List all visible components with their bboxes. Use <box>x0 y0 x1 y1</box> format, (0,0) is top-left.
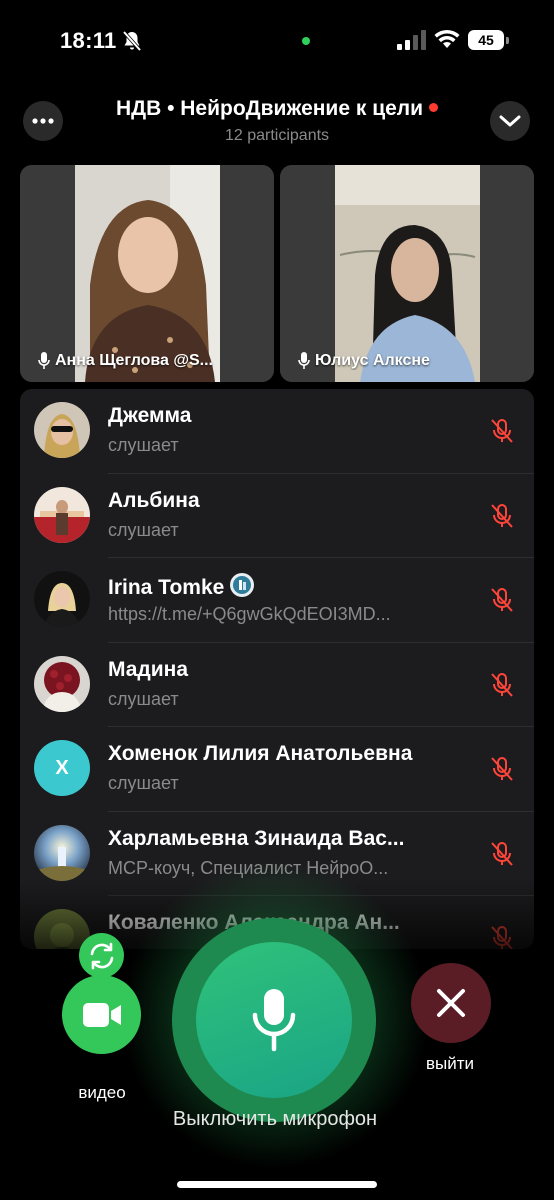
video-button-label: видео <box>78 1083 126 1102</box>
collapse-button[interactable] <box>490 101 530 141</box>
battery-icon: 45 <box>468 30 510 52</box>
cellular-signal-icon <box>397 30 426 50</box>
close-icon <box>437 989 465 1017</box>
video-tile-name-text: Юлиус Алксне <box>315 352 430 369</box>
microphone-muted-icon[interactable] <box>488 671 516 699</box>
more-options-button[interactable] <box>23 101 63 141</box>
mic-button-label: Выключить микрофон <box>172 1108 378 1130</box>
verified-badge-icon <box>230 573 255 597</box>
avatar <box>34 824 90 881</box>
video-tile-name: Юлиус Алксне <box>298 352 524 370</box>
leave-button[interactable] <box>411 963 491 1043</box>
home-indicator[interactable] <box>177 1181 377 1188</box>
participant-name: Харламьевна Зинаида Вас... <box>108 826 405 850</box>
video-button[interactable] <box>62 975 141 1054</box>
battery-level: 45 <box>468 30 504 50</box>
video-feed <box>20 165 274 382</box>
participant-name: Джемма <box>108 404 192 427</box>
microphone-muted-icon[interactable] <box>488 755 516 783</box>
participant-name-text: Irina Tomke <box>108 576 225 599</box>
participant-row[interactable]: Мадина слушает <box>20 643 534 727</box>
avatar-initial: Х <box>34 740 90 796</box>
wifi-icon <box>434 29 460 48</box>
microphone-icon <box>38 352 50 369</box>
participant-row[interactable]: Х Хоменок Лилия Анатольевна слушает <box>20 727 534 812</box>
video-tile[interactable]: Анна Щеглова @S... <box>20 165 274 382</box>
bell-off-icon <box>122 30 142 52</box>
video-tile-name-text: Анна Щеглова @S... <box>55 352 213 369</box>
microphone-muted-icon[interactable] <box>488 924 516 949</box>
microphone-muted-icon[interactable] <box>488 417 516 445</box>
participant-name: Irina Tomke <box>108 573 458 600</box>
participant-row[interactable]: Джемма слушает <box>20 389 534 474</box>
leave-button-label: выйти <box>425 1054 475 1073</box>
participant-status: слушает <box>108 435 179 455</box>
camera-switch-icon <box>90 942 113 969</box>
recording-indicator <box>429 103 439 112</box>
flip-camera-button[interactable] <box>79 933 124 978</box>
chevron-down-icon <box>499 115 521 127</box>
video-tile-name: Анна Щеглова @S... <box>38 352 264 370</box>
participant-row[interactable]: Irina Tomke https://t.me/+Q6gwGkQdEOI3MD… <box>20 558 534 643</box>
participant-status: слушает <box>108 773 179 793</box>
video-tile[interactable]: Юлиус Алксне <box>280 165 534 382</box>
participant-status: слушает <box>108 688 179 709</box>
ellipsis-icon <box>32 118 54 124</box>
participant-name: Хоменок Лилия Анатольевна <box>108 742 413 765</box>
participants-count: 12 participants <box>224 127 330 144</box>
video-camera-icon <box>82 1002 121 1027</box>
avatar <box>34 486 90 543</box>
microphone-muted-icon[interactable] <box>488 502 516 530</box>
call-title-text: НДВ • НейроДвижение к цели <box>115 97 424 120</box>
call-title: НДВ • НейроДвижение к цели <box>60 97 494 121</box>
status-time: 18:11 <box>60 28 117 53</box>
video-feed <box>280 165 534 382</box>
avatar <box>34 402 90 458</box>
mute-microphone-button[interactable] <box>196 942 352 1098</box>
avatar <box>34 571 90 627</box>
microphone-icon <box>252 989 296 1052</box>
avatar <box>34 655 90 712</box>
microphone-muted-icon[interactable] <box>488 586 516 614</box>
participant-name: Мадина <box>108 657 189 681</box>
participant-status: слушает <box>108 519 179 540</box>
microphone-icon <box>298 352 310 369</box>
microphone-muted-icon[interactable] <box>488 840 516 868</box>
camera-in-use-indicator <box>302 37 310 45</box>
participant-status: https://t.me/+Q6gwGkQdEOI3MD... <box>108 604 391 624</box>
participant-row[interactable]: Альбина слушает <box>20 474 534 558</box>
participant-name: Альбина <box>108 488 200 512</box>
